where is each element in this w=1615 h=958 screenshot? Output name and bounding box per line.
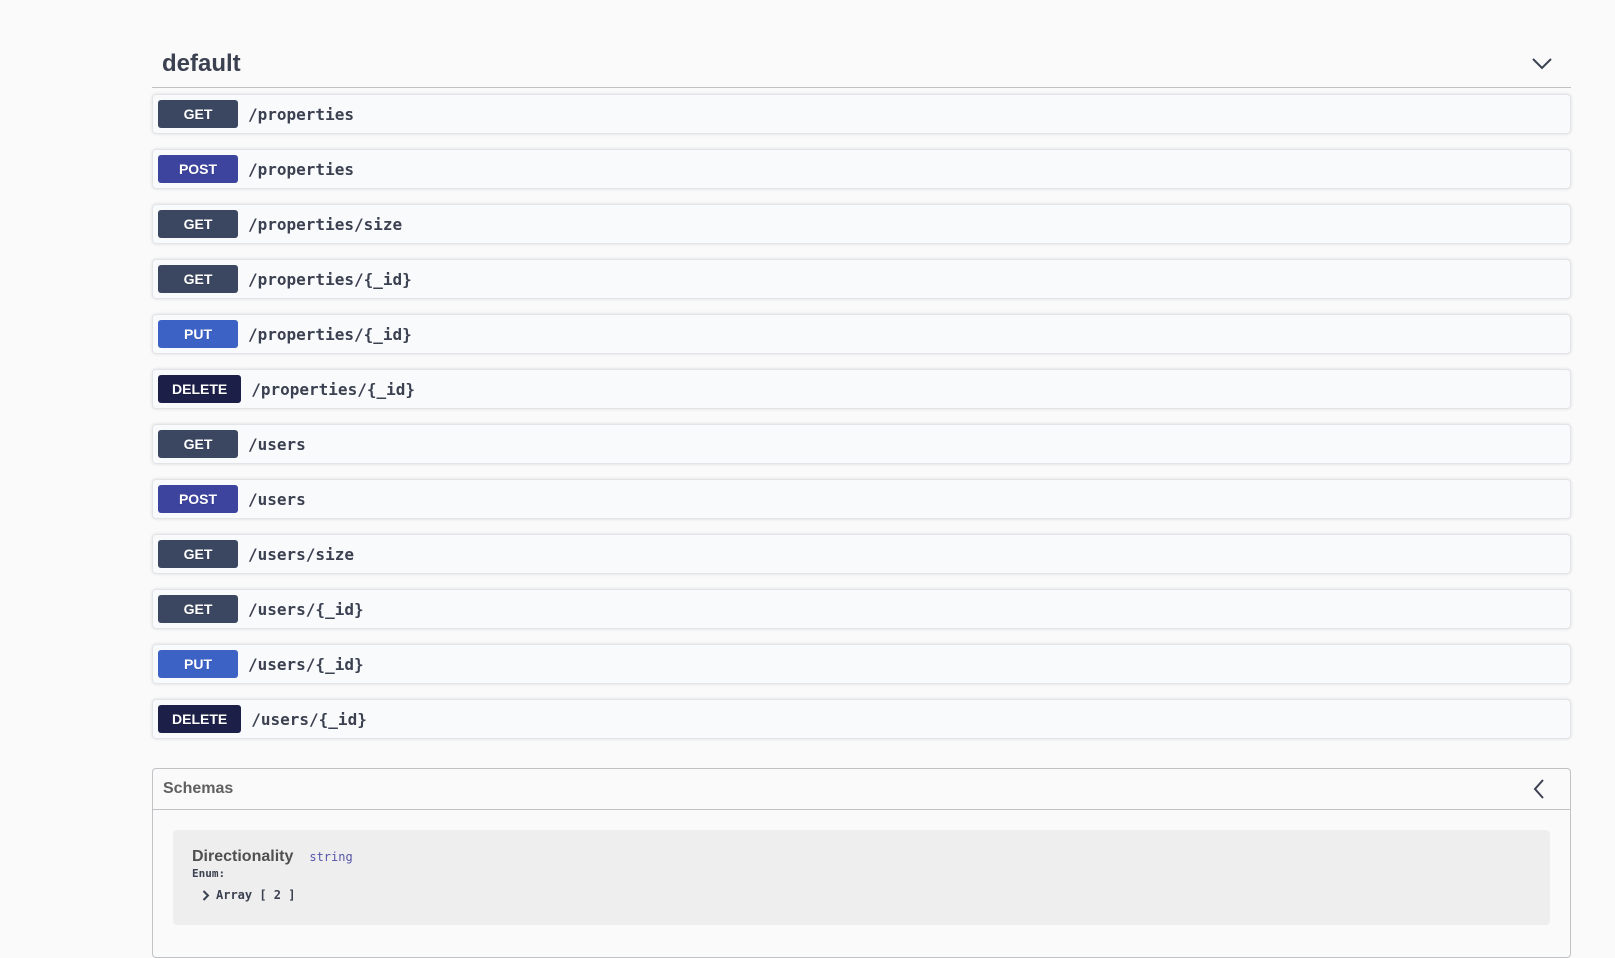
operation-row[interactable]: PUT/properties/{_id} — [152, 314, 1571, 354]
operation-row[interactable]: GET/properties/{_id} — [152, 259, 1571, 299]
model-container: Directionality string Enum: Array [ 2 ] — [173, 830, 1550, 925]
operation-row[interactable]: DELETE/users/{_id} — [152, 699, 1571, 739]
chevron-left-icon[interactable] — [1528, 778, 1550, 800]
method-badge: DELETE — [158, 375, 242, 403]
method-badge: GET — [158, 430, 238, 458]
method-badge: GET — [158, 265, 238, 293]
method-badge: GET — [158, 540, 238, 568]
operation-row[interactable]: POST/users — [152, 479, 1571, 519]
method-badge: PUT — [158, 320, 238, 348]
endpoint-path: /properties/size — [248, 214, 403, 234]
endpoint-path: /properties/{_id} — [248, 269, 412, 289]
endpoint-path: /properties/{_id} — [248, 324, 412, 344]
endpoint-path: /users — [248, 489, 306, 509]
operation-row[interactable]: GET/users/size — [152, 534, 1571, 574]
operation-row[interactable]: POST/properties — [152, 149, 1571, 189]
operation-row[interactable]: GET/properties/size — [152, 204, 1571, 244]
operation-row[interactable]: DELETE/properties/{_id} — [152, 369, 1571, 409]
schemas-header[interactable]: Schemas — [153, 769, 1570, 810]
operation-row[interactable]: GET/users — [152, 424, 1571, 464]
method-badge: PUT — [158, 650, 238, 678]
endpoint-path: /properties — [248, 104, 354, 124]
tag-section-header[interactable]: default — [152, 40, 1571, 88]
operations-list: GET/properties POST/properties GET/propert… — [152, 94, 1571, 739]
operation-row[interactable]: GET/properties — [152, 94, 1571, 134]
endpoint-path: /users/{_id} — [248, 599, 364, 619]
model-title[interactable]: Directionality — [192, 848, 293, 866]
chevron-right-icon[interactable] — [202, 889, 210, 901]
endpoint-path: /properties — [248, 159, 354, 179]
endpoint-path: /properties/{_id} — [251, 379, 415, 399]
operation-row[interactable]: PUT/users/{_id} — [152, 644, 1571, 684]
operation-row[interactable]: GET/users/{_id} — [152, 589, 1571, 629]
method-badge: GET — [158, 595, 238, 623]
method-badge: GET — [158, 210, 238, 238]
method-badge: DELETE — [158, 705, 242, 733]
api-doc-container: default GET/properties POST/properties GET… — [152, 40, 1571, 958]
endpoint-path: /users/size — [248, 544, 354, 564]
model-type: string — [309, 850, 353, 864]
method-badge: GET — [158, 100, 238, 128]
schemas-section: Schemas Directionality string Enum: Arra… — [152, 768, 1571, 958]
method-badge: POST — [158, 155, 238, 183]
endpoint-path: /users/{_id} — [251, 709, 367, 729]
tag-title: default — [162, 49, 241, 77]
chevron-down-icon[interactable] — [1531, 53, 1553, 75]
enum-label: Enum: — [192, 867, 226, 880]
endpoint-path: /users/{_id} — [248, 654, 364, 674]
array-expander[interactable]: Array [ 2 ] — [202, 888, 1531, 902]
model-title-row: Directionality string — [192, 848, 1531, 866]
schemas-title: Schemas — [163, 780, 234, 797]
array-label: Array [ 2 ] — [216, 888, 296, 902]
method-badge: POST — [158, 485, 238, 513]
endpoint-path: /users — [248, 434, 306, 454]
